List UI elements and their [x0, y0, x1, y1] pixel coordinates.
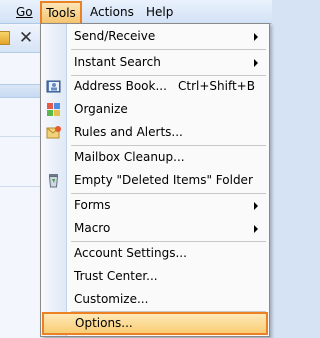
close-icon[interactable]: ✕: [17, 28, 35, 48]
menu-actions[interactable]: Actions: [87, 3, 137, 21]
menu-help[interactable]: Help: [143, 3, 176, 21]
menu-item-label: Instant Search: [74, 55, 161, 69]
menu-actions-label: Actions: [90, 5, 134, 19]
menu-item-label: Address Book...: [74, 79, 167, 93]
column-header: [0, 84, 44, 98]
menu-item-label: Forms: [74, 198, 111, 212]
menu-item-forms[interactable]: Forms: [41, 194, 269, 217]
organize-icon: [46, 102, 62, 117]
menu-item-label: Send/Receive: [74, 29, 156, 43]
menu-item-label: Macro: [74, 221, 111, 235]
menu-item-trust-center[interactable]: Trust Center...: [41, 265, 269, 288]
menu-item-label: Customize...: [74, 292, 149, 306]
address-book-icon: [46, 79, 62, 94]
menu-item-label: Account Settings...: [74, 246, 187, 260]
menu-item-empty-deleted-items[interactable]: Empty "Deleted Items" Folder: [41, 169, 269, 192]
menu-item-address-book[interactable]: Address Book... Ctrl+Shift+B: [41, 75, 269, 98]
menu-item-account-settings[interactable]: Account Settings...: [41, 242, 269, 265]
menu-item-mailbox-cleanup[interactable]: Mailbox Cleanup...: [41, 146, 269, 169]
submenu-arrow-icon: [254, 225, 258, 233]
menu-separator: [71, 49, 266, 50]
tools-dropdown-menu: Send/Receive Instant Search Address Book…: [40, 23, 270, 337]
submenu-arrow-icon: [254, 202, 258, 210]
menu-item-options[interactable]: Options...: [42, 312, 268, 335]
menu-item-label: Options...: [75, 316, 133, 330]
menu-go[interactable]: Go: [13, 3, 36, 21]
menu-go-label: Go: [16, 5, 33, 19]
submenu-arrow-icon: [254, 59, 258, 67]
menu-item-instant-search[interactable]: Instant Search: [41, 51, 269, 74]
menu-item-label: Organize: [74, 102, 128, 116]
menu-item-customize[interactable]: Customize...: [41, 288, 269, 311]
menu-tools-label: Tools: [46, 6, 76, 20]
menu-item-label: Rules and Alerts...: [74, 125, 183, 139]
recycle-bin-icon: [46, 173, 62, 188]
menu-item-macro[interactable]: Macro: [41, 217, 269, 240]
menu-item-label: Empty "Deleted Items" Folder: [74, 173, 253, 187]
list-divider: [0, 136, 44, 137]
menu-bar: Go Tools Actions Help: [0, 0, 272, 24]
menu-item-send-receive[interactable]: Send/Receive: [41, 25, 269, 48]
menu-item-rules-and-alerts[interactable]: Rules and Alerts...: [41, 121, 269, 144]
rules-alerts-icon: [46, 125, 62, 140]
submenu-arrow-icon: [254, 33, 258, 41]
menu-item-organize[interactable]: Organize: [41, 98, 269, 121]
menu-help-label: Help: [146, 5, 174, 19]
list-divider: [0, 186, 44, 187]
toolbar-folder-icon[interactable]: [0, 31, 10, 45]
menu-item-shortcut: Ctrl+Shift+B: [178, 79, 255, 93]
window-background: [0, 24, 44, 338]
menu-tools[interactable]: Tools: [40, 1, 82, 23]
menu-item-label: Trust Center...: [74, 269, 158, 283]
menu-item-label: Mailbox Cleanup...: [74, 150, 185, 164]
